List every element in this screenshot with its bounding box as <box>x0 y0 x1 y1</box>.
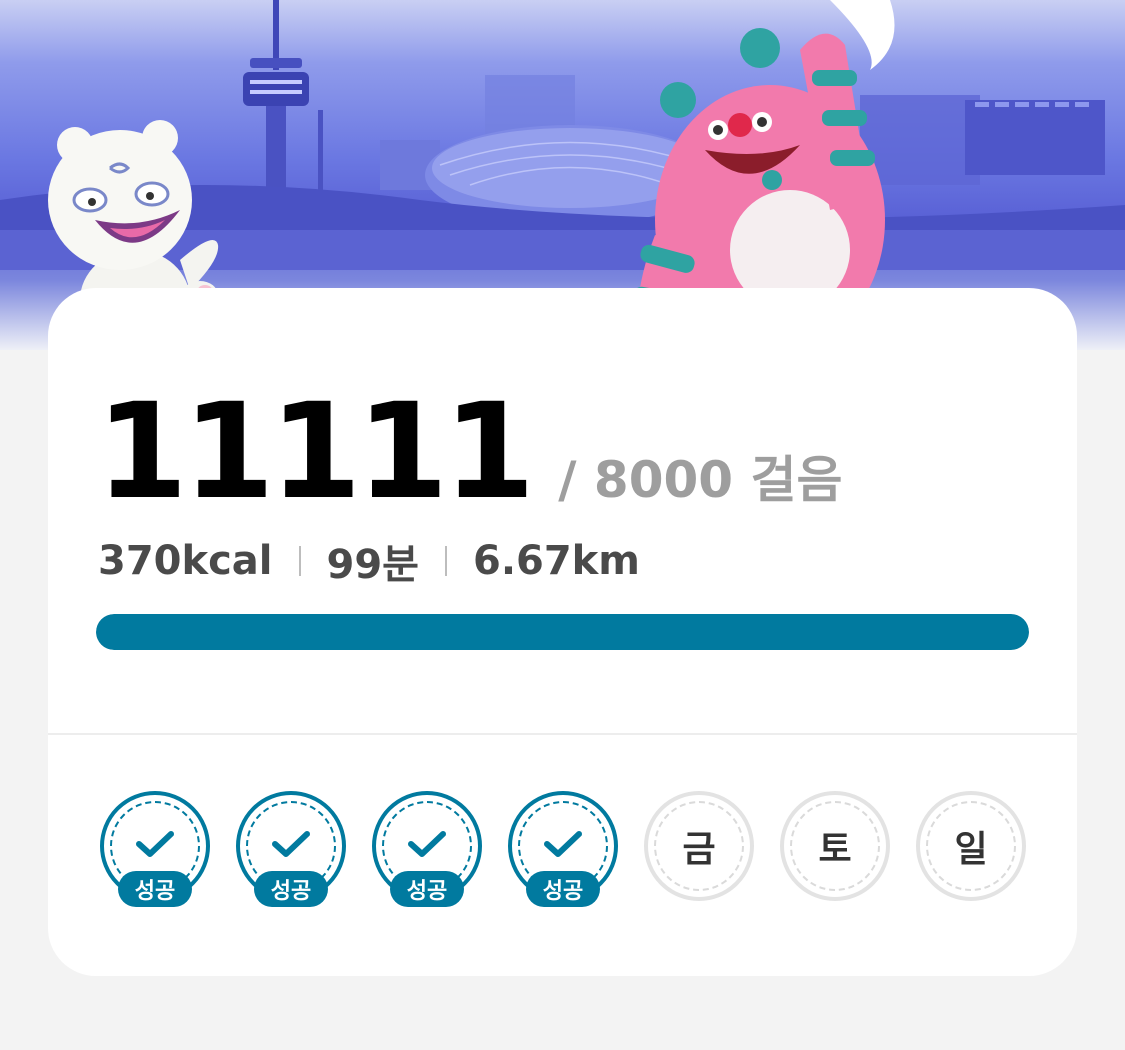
steps-goal: / 8000 걸음 <box>558 451 843 509</box>
day-status-5: 금 <box>644 791 754 911</box>
stat-divider <box>444 546 447 576</box>
steps-count: 11111 <box>96 375 535 529</box>
success-badge: 성공 <box>118 871 192 907</box>
check-icon <box>408 831 446 857</box>
day-label: 금 <box>682 829 716 870</box>
minutes-value: 99분 <box>326 542 419 588</box>
section-divider <box>48 733 1077 735</box>
day-label: 토 <box>818 829 852 870</box>
day-status-4: 성공 <box>508 791 618 911</box>
day-status-1: 성공 <box>100 791 210 911</box>
success-badge: 성공 <box>254 871 328 907</box>
calories-value: 370kcal <box>98 538 273 584</box>
stat-divider <box>298 546 301 576</box>
step-summary-card: 11111 / 8000 걸음 370kcal 99분 6.67km 성공 성공 성… <box>48 288 1077 976</box>
activity-stats: 370kcal 99분 6.67km <box>98 532 640 590</box>
day-status-6: 토 <box>780 791 890 911</box>
steps-row: 11111 / 8000 걸음 <box>96 386 842 518</box>
day-status-2: 성공 <box>236 791 346 911</box>
tower-icon <box>243 0 323 201</box>
day-status-3: 성공 <box>372 791 482 911</box>
day-label: 일 <box>954 829 988 870</box>
distance-value: 6.67km <box>472 538 640 584</box>
step-progress-bar <box>96 614 1029 650</box>
weekly-status-row: 성공 성공 성공 성공 금 토 일 <box>100 791 1026 911</box>
success-badge: 성공 <box>390 871 464 907</box>
success-badge: 성공 <box>526 871 600 907</box>
step-progress-fill <box>96 614 1029 650</box>
check-icon <box>136 831 174 857</box>
check-icon <box>544 831 582 857</box>
check-icon <box>272 831 310 857</box>
day-status-7: 일 <box>916 791 1026 911</box>
